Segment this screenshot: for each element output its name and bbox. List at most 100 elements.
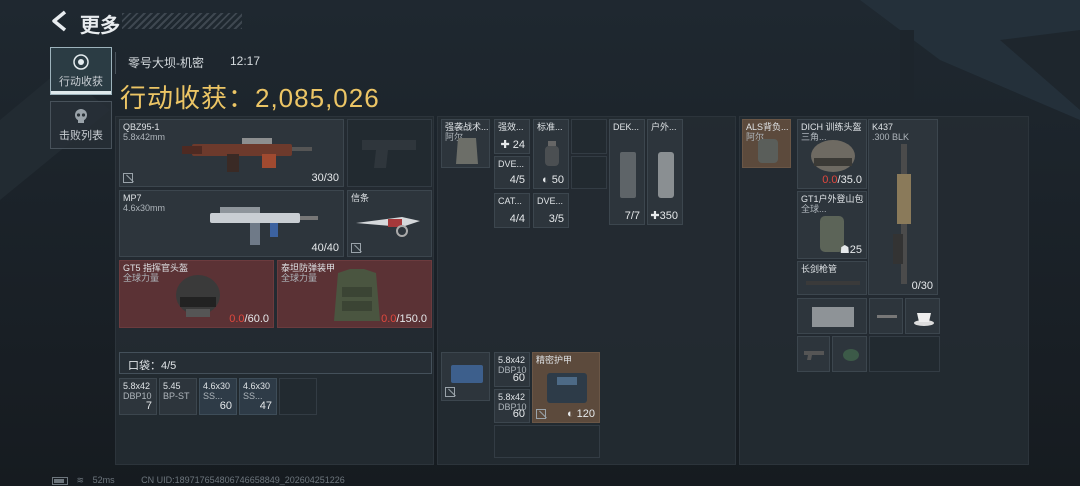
rig-item-dve2[interactable]: DVE... 3/5 (533, 193, 569, 228)
rod-icon (877, 315, 897, 318)
rifle-ammo-count: 0/30 (911, 280, 933, 292)
als-bag-slot[interactable]: ALS背负... 阿尔... (742, 119, 791, 168)
locked-icon (123, 173, 133, 183)
weapon-ammo-count: 40/40 (311, 242, 339, 254)
barrel-name: 长剑枪管 (801, 264, 838, 274)
backpack-empty-row[interactable] (494, 425, 600, 458)
knife-icon (356, 217, 420, 237)
melee-slot[interactable]: 信条 (347, 190, 432, 257)
small-weapon-slot[interactable] (797, 336, 830, 372)
backpack-brand: 全球... (801, 204, 827, 214)
item-count: ✚ 24 (500, 139, 525, 151)
backpack-ammo-1[interactable]: 5.8x42 DBP10 60 (494, 352, 530, 387)
helmet-brand: 全球力量 (123, 273, 160, 283)
pocket-item-3[interactable]: 4.6x30 SS... 60 (199, 378, 237, 415)
item-caliber: 5.45 (163, 381, 181, 391)
ping-value: 52ms (92, 475, 115, 485)
ammo-case-slot[interactable] (441, 352, 490, 401)
rig-item-outdoor[interactable]: 户外... ✚350 (647, 119, 683, 225)
rig-empty-slot[interactable] (571, 119, 607, 154)
tab-loot-label: 行动收获 (59, 76, 103, 88)
teacup-slot[interactable] (905, 298, 940, 334)
rifle-ammo-type: .300 BLK (872, 132, 910, 142)
pistol-silhouette-icon (362, 140, 416, 168)
battery-icon (52, 476, 68, 485)
canister-icon (658, 152, 674, 198)
tactical-vest-slot[interactable]: 强袭战术... 阿尔... (441, 119, 490, 168)
match-time: 12:17 (230, 54, 261, 68)
skull-icon (75, 109, 87, 123)
green-item-slot[interactable] (832, 336, 867, 372)
backpack-armor[interactable]: 精密护甲 ◐ 120 (532, 352, 600, 423)
helmet-icon (176, 275, 220, 317)
smg-icon (210, 207, 318, 245)
secondary-weapon-slot[interactable]: MP7 4.6x30mm 40/40 (119, 190, 344, 257)
pistol-slot[interactable] (347, 119, 432, 187)
k437-rifle-slot[interactable]: K437 .300 BLK 0/30 (868, 119, 938, 295)
item-name: 强效... (498, 122, 524, 132)
armor-name: 泰坦防弹装甲 (281, 263, 336, 273)
scrap-plate-slot[interactable] (797, 298, 867, 334)
helmet-durability: 0.0/60.0 (229, 313, 269, 325)
armor-brand: 全球力量 (281, 273, 318, 283)
item-type: BP-ST (163, 391, 190, 401)
barrel-slot[interactable]: 长剑枪管 (797, 261, 867, 295)
pocket-item-4[interactable]: 4.6x30 SS... 47 (239, 378, 277, 415)
grenade-icon (545, 141, 559, 166)
pocket-empty-slot[interactable] (279, 378, 317, 415)
subtitle-divider (115, 52, 116, 74)
locked-icon (351, 243, 361, 253)
small-item-slot[interactable] (869, 298, 903, 334)
item-count: 7 (145, 400, 152, 412)
rig-item-grenade[interactable]: 标准... ◐ 50 (533, 119, 569, 189)
item-name: 户外... (651, 122, 677, 132)
item-count: 4/4 (509, 213, 525, 225)
item-name: CAT... (498, 196, 522, 206)
vest-icon (456, 138, 478, 164)
weapon-ammo-type: 4.6x30mm (123, 203, 166, 213)
backpack-name: GT1户外登山包 (801, 194, 864, 204)
vest-name: 强袭战术... (445, 122, 489, 132)
rig-item-cat[interactable]: CAT... 4/4 (494, 193, 530, 228)
tab-kill-list[interactable]: 击败列表 (50, 101, 112, 149)
armor-plate-icon (547, 373, 587, 403)
item-count: ☗25 (839, 244, 862, 256)
rig-item-dek[interactable]: DEK... 7/7 (609, 119, 645, 225)
rig-item-dve[interactable]: DVE... 4/5 (494, 156, 530, 189)
pocket-item-1[interactable]: 5.8x42 DBP10 7 (119, 378, 157, 415)
bag-name: ALS背负... (746, 122, 789, 132)
pocket-item-2[interactable]: 5.45 BP-ST (159, 378, 197, 415)
rifle-vertical-icon (893, 144, 911, 284)
item-name: DEK... (613, 122, 640, 132)
rig-item-stim[interactable]: 强效... ✚ 24 (494, 119, 530, 154)
backpack-ammo-2[interactable]: 5.8x42 DBP10 60 (494, 389, 530, 423)
weapon-ammo-type: 5.8x42mm (123, 132, 166, 142)
item-caliber: 4.6x30 (243, 381, 271, 391)
item-count: ◐ 120 (566, 408, 595, 420)
item-count: ✚350 (650, 210, 678, 222)
locked-icon (445, 387, 455, 397)
rig-empty-slot[interactable] (571, 156, 607, 189)
dich-helmet-slot[interactable]: DICH 训练头盔 三角... 0.0/35.0 (797, 119, 867, 189)
user-uid: CN UID:189717654806746658849_20260425122… (141, 475, 345, 485)
pocket-header: 口袋：4/5 (119, 352, 432, 374)
right-empty-slot[interactable] (869, 336, 940, 372)
item-name: DVE... (537, 196, 564, 206)
map-name: 零号大坝-机密 (128, 56, 204, 70)
item-name: DVE... (498, 159, 525, 169)
gt1-backpack-slot[interactable]: GT1户外登山包 全球... ☗25 (797, 191, 867, 259)
item-count: 4/5 (509, 174, 525, 186)
back-arrow-icon[interactable] (48, 9, 72, 33)
tab-kill-list-label: 击败列表 (59, 130, 103, 142)
tab-loot[interactable]: 行动收获 (50, 47, 112, 95)
metal-plate-icon (812, 307, 854, 327)
primary-weapon-slot[interactable]: QBZ95-1 5.8x42mm 30/30 (119, 119, 344, 187)
helmet-slot[interactable]: GT5 指挥官头盔 全球力量 0.0/60.0 (119, 260, 274, 328)
item-count: 7/7 (624, 210, 640, 222)
locked-icon (536, 409, 546, 419)
armor-slot[interactable]: 泰坦防弹装甲 全球力量 0.0/150.0 (277, 260, 432, 328)
case-icon (451, 365, 483, 383)
item-count: 60 (512, 372, 525, 384)
bag-icon (758, 139, 778, 163)
item-count: 60 (512, 408, 525, 420)
